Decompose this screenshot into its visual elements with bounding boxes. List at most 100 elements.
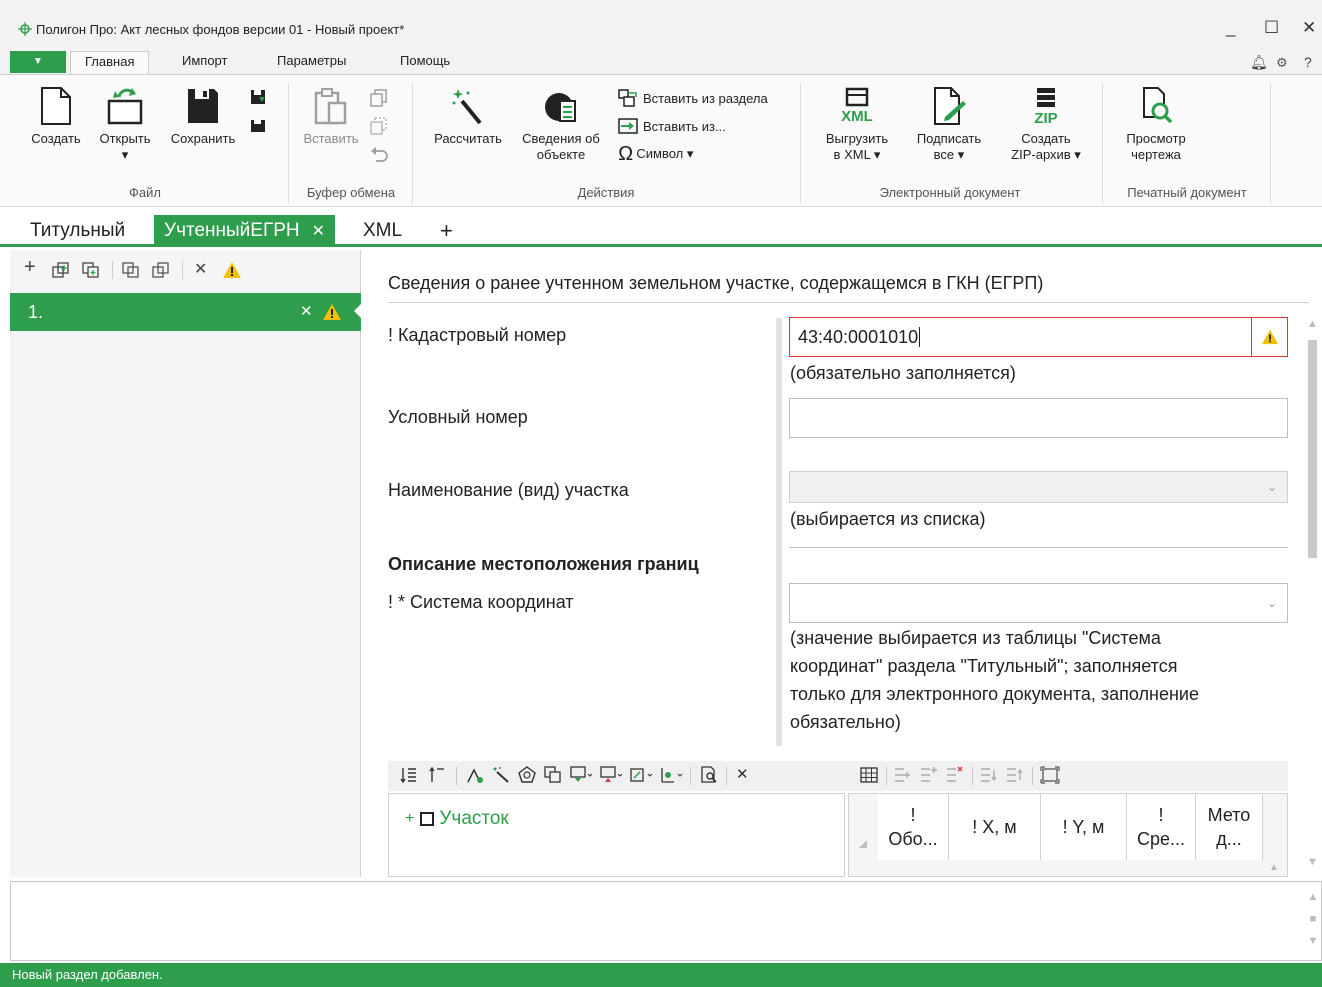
tab-parameters[interactable]: Параметры <box>263 51 360 74</box>
copy-icon[interactable] <box>370 89 388 107</box>
preview-drawing-button[interactable]: Просмотр чертежа <box>1112 87 1200 163</box>
insert-row-icon[interactable] <box>894 766 912 784</box>
save-all-icon[interactable] <box>250 117 266 133</box>
tab-close-icon[interactable]: ✕ <box>312 223 325 240</box>
column-header[interactable]: ! Сре... <box>1127 794 1196 860</box>
header-line: Обо... <box>888 829 938 849</box>
copy-section-icon[interactable] <box>52 262 70 278</box>
open-button[interactable]: Открыть ▾ <box>93 87 157 163</box>
scroll-down-icon[interactable]: ▼ <box>1306 930 1320 952</box>
maximize-button[interactable]: ☐ <box>1264 18 1279 38</box>
ribbon: Создать Открыть ▾ Сохранить Файл Вставит… <box>0 74 1322 207</box>
clear-icon[interactable]: ✕ <box>736 765 749 783</box>
save-as-icon[interactable] <box>250 89 266 105</box>
tab-help[interactable]: Помощь <box>386 51 464 74</box>
gear-icon[interactable]: ⚙ <box>1276 55 1288 71</box>
column-header[interactable]: ! Y, м <box>1041 794 1127 860</box>
grid-scroll-up-icon[interactable]: ▲ <box>1269 862 1279 873</box>
scroll-up-icon[interactable]: ▲ <box>1306 886 1320 908</box>
undo-icon[interactable] <box>370 145 388 163</box>
open-label: Открыть <box>99 131 151 146</box>
bell-icon[interactable]: 🔔︎ <box>1250 54 1268 71</box>
move-row-down-icon[interactable] <box>980 766 998 784</box>
fit-columns-icon[interactable] <box>1040 766 1060 784</box>
append-row-icon[interactable] <box>920 766 938 784</box>
coordinate-system-select[interactable]: ⌄ <box>789 583 1288 623</box>
cut-icon[interactable] <box>370 117 388 135</box>
add-tab-button[interactable]: + <box>430 215 463 247</box>
conditional-number-label: Условный номер <box>388 407 528 427</box>
delete-section-icon[interactable]: ✕ <box>194 259 207 279</box>
insert-from-button[interactable]: Вставить из... <box>618 117 726 135</box>
log-scrollbar[interactable]: ▲ ■ ▼ <box>1306 886 1320 956</box>
column-header[interactable]: Мето д... <box>1196 794 1263 860</box>
tab-import[interactable]: Импорт <box>168 51 241 74</box>
insert-from-section-button[interactable]: Вставить из раздела <box>618 89 768 107</box>
ribbon-tab-row: ▼ Главная Импорт Параметры Помощь 🔔︎ ⚙ ? <box>0 48 1322 74</box>
move-up-icon[interactable] <box>122 262 140 278</box>
column-header[interactable]: ! Обо... <box>878 794 949 860</box>
expand-icon[interactable]: + <box>405 810 414 828</box>
add-section-icon[interactable]: + <box>24 256 36 279</box>
select-all-corner[interactable] <box>859 840 867 848</box>
polygon-icon[interactable] <box>518 766 536 784</box>
symbol-button[interactable]: Ω Символ ▾ <box>618 144 693 164</box>
hint-line: (значение выбирается из таблицы "Система <box>790 628 1161 648</box>
points-icon[interactable] <box>660 766 684 784</box>
copy-rows-icon[interactable] <box>544 766 562 784</box>
sign-all-button[interactable]: Подписать все ▾ <box>906 87 992 163</box>
tab-title-page[interactable]: Титульный <box>20 215 135 247</box>
delete-item-icon[interactable]: ✕ <box>300 302 313 320</box>
coordinate-system-label: ! * Система координат <box>388 592 574 612</box>
tree-item-plot[interactable]: + Участок <box>405 808 509 830</box>
contour-tree: + Участок <box>388 793 845 877</box>
field-warning[interactable] <box>1251 318 1287 356</box>
scroll-up-icon[interactable]: ▲ <box>1307 318 1318 330</box>
paste-label: Вставить <box>303 131 359 146</box>
scroll-thumb[interactable] <box>1308 340 1317 558</box>
app-menu-button[interactable]: ▼ <box>10 51 66 73</box>
tab-xml[interactable]: XML <box>353 215 412 247</box>
cadastral-number-field[interactable]: 43:40:0001010 <box>789 317 1288 357</box>
conditional-number-field[interactable] <box>789 398 1288 438</box>
insert-from-label: Вставить из... <box>643 118 726 134</box>
create-button[interactable]: Создать <box>24 87 88 147</box>
scroll-down-icon[interactable]: ▼ <box>1307 856 1318 868</box>
minimize-button[interactable]: _ <box>1226 18 1235 38</box>
create-zip-button[interactable]: ZIP Создать ZIP-архив ▾ <box>1000 87 1092 163</box>
toolbar-separator <box>886 767 887 785</box>
export-xy-icon[interactable] <box>600 766 624 784</box>
auto-wand-icon[interactable] <box>492 766 510 784</box>
export-xml-button[interactable]: XML Выгрузить в XML ▾ <box>814 87 900 163</box>
hint-line: обязательно) <box>790 712 901 732</box>
plot-name-select[interactable]: ⌄ <box>789 471 1288 503</box>
column-header[interactable]: ! X, м <box>949 794 1041 860</box>
preview-table-icon[interactable] <box>700 766 718 784</box>
sort-up-icon[interactable] <box>428 766 446 784</box>
add-point-icon[interactable] <box>466 766 484 784</box>
tab-home[interactable]: Главная <box>70 51 150 74</box>
paste-button[interactable]: Вставить <box>296 87 366 147</box>
section-list-item[interactable]: 1. ✕ <box>10 293 361 331</box>
save-button[interactable]: Сохранить <box>164 87 242 147</box>
move-down-icon[interactable] <box>152 262 170 278</box>
close-button[interactable]: ✕ <box>1302 18 1316 38</box>
move-row-up-icon[interactable] <box>1006 766 1024 784</box>
import-xy-icon[interactable] <box>570 766 594 784</box>
transform-icon[interactable] <box>630 766 654 784</box>
object-info-button[interactable]: Сведения об объекте <box>512 87 610 163</box>
calculate-button[interactable]: Рассчитать <box>428 87 508 147</box>
calculate-label: Рассчитать <box>434 131 502 146</box>
tab-egrn[interactable]: УчтенныйЕГРН ✕ <box>154 215 336 247</box>
sort-icon[interactable] <box>400 766 418 784</box>
sign-document-icon <box>934 87 966 125</box>
chevron-down-icon: ⌄ <box>1266 596 1277 610</box>
help-icon[interactable]: ? <box>1304 54 1312 70</box>
duplicate-section-icon[interactable] <box>82 262 100 278</box>
checkbox[interactable] <box>420 812 435 826</box>
form-scrollbar[interactable]: ▲ ▼ <box>1303 318 1322 874</box>
delete-row-icon[interactable] <box>946 766 964 784</box>
header-line: ! Y, м <box>1062 817 1105 837</box>
table-icon[interactable] <box>860 766 878 784</box>
scroll-thumb[interactable]: ■ <box>1306 908 1320 930</box>
